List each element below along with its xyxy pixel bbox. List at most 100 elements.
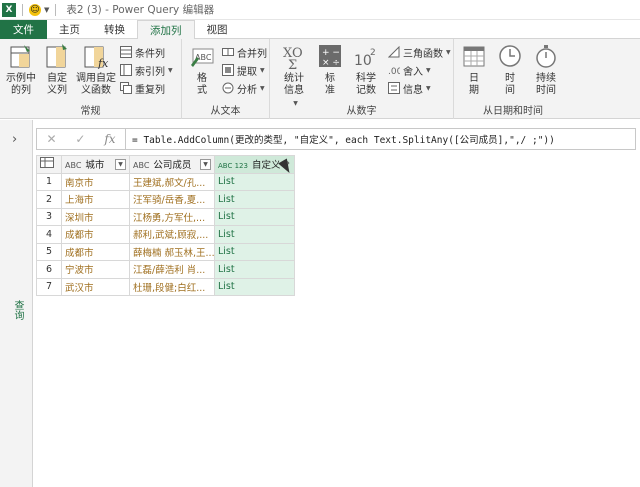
parse-button[interactable]: 分析 ▼ (222, 80, 265, 96)
row-number[interactable]: 2 (36, 190, 62, 209)
cell-custom-list[interactable]: List (213, 277, 296, 296)
svg-text:Σ: Σ (288, 58, 297, 69)
column-header-label: 城市 (85, 160, 105, 172)
quick-access-dropdown-icon[interactable]: ▼ (44, 6, 49, 14)
trigonometry-label: 三角函数 (403, 48, 443, 60)
queries-pane-label[interactable]: 查询 (10, 300, 25, 320)
grid-header-row: ABC 城市 ▼ ABC 公司成员 ▼ ABC 123 自定义 ⇔ (36, 155, 296, 174)
table-row[interactable]: 4 成都市 郝利,武斌;顾寂,... List (36, 225, 296, 244)
chevron-down-icon: ▼ (168, 66, 173, 74)
scientific-icon: 10 2 (353, 43, 379, 69)
merge-columns-button[interactable]: 合并列 (222, 44, 267, 60)
fx-icon[interactable]: fx (104, 132, 115, 146)
row-number[interactable]: 5 (36, 242, 62, 261)
extract-icon (222, 64, 234, 76)
cell-members[interactable]: 杜珊,段健;白红... (129, 277, 215, 296)
table-row[interactable]: 5 成都市 薛梅楠 郝玉林,王... List (36, 242, 296, 261)
format-label: 格 式 (197, 73, 207, 96)
ribbon-group-general-label: 常规 (80, 106, 101, 117)
cell-custom-list[interactable]: List (213, 225, 296, 244)
tab-add-column[interactable]: 添加列 (137, 20, 195, 40)
table-row[interactable]: 7 武汉市 杜珊,段健;白红... List (36, 277, 296, 296)
table-row[interactable]: 1 南京市 王建斌,郝文/孔... List (36, 172, 296, 191)
cell-city[interactable]: 成都市 (61, 225, 130, 244)
calendar-icon (461, 43, 487, 69)
sigma-icon: XO Σ (281, 43, 307, 73)
invoke-custom-function-button[interactable]: fx 调用自定 义函数 (76, 43, 116, 97)
scientific-button[interactable]: 10 2 科学 记数 (348, 43, 384, 97)
row-number[interactable]: 3 (36, 207, 62, 226)
cell-members[interactable]: 江杨勇,方军仕,... (129, 207, 215, 226)
formula-input[interactable]: = Table.AddColumn(更改的类型, "自定义", each Tex… (126, 128, 636, 150)
divider (55, 3, 57, 16)
extract-button[interactable]: 提取 ▼ (222, 62, 265, 78)
chevron-down-icon: ▼ (260, 84, 265, 92)
svg-text:2: 2 (370, 48, 376, 58)
cell-city[interactable]: 宁波市 (61, 260, 130, 279)
standard-button[interactable]: + − × ÷ 标 准 (312, 43, 348, 97)
format-button[interactable]: ABC 格 式 (184, 43, 220, 97)
chevron-down-icon: ▼ (446, 48, 451, 56)
cell-custom-list[interactable]: List (213, 242, 296, 261)
cell-members[interactable]: 江磊/薛浩利 肖... (129, 260, 215, 279)
tab-file[interactable]: 文件 (0, 20, 47, 39)
table-row[interactable]: 2 上海市 汪军骑/岳香,夏... List (36, 190, 296, 209)
date-button[interactable]: 日 期 (456, 43, 492, 97)
table-row[interactable]: 6 宁波市 江磊/薛浩利 肖... List (36, 260, 296, 279)
chevron-right-icon[interactable]: › (12, 132, 17, 147)
column-header-members[interactable]: ABC 公司成员 ▼ (129, 155, 215, 174)
column-from-examples-button[interactable]: 示例中 的列 (3, 43, 39, 97)
scientific-label: 科学 记数 (356, 73, 376, 96)
cancel-icon[interactable]: ✕ (46, 132, 56, 146)
index-column-button[interactable]: 索引列 ▼ (120, 62, 173, 78)
cell-city[interactable]: 深圳市 (61, 207, 130, 226)
filter-dropdown-icon[interactable]: ▼ (115, 158, 126, 170)
any-type-icon[interactable]: ABC 123 (218, 162, 248, 170)
duration-button[interactable]: 持续 时间 (528, 43, 564, 97)
merge-columns-icon (222, 46, 234, 58)
filter-dropdown-icon[interactable]: ▼ (200, 158, 211, 170)
statistics-button[interactable]: XO Σ 统计 信息 ▼ (276, 43, 312, 110)
information-icon (388, 82, 400, 94)
cell-members[interactable]: 汪军骑/岳香,夏... (129, 190, 215, 209)
table-menu-icon[interactable] (36, 155, 62, 174)
cell-custom-list[interactable]: List (213, 207, 296, 226)
cell-custom-list[interactable]: List (213, 190, 296, 209)
text-type-icon[interactable]: ABC (65, 161, 81, 170)
column-header-city[interactable]: ABC 城市 ▼ (61, 155, 130, 174)
trigonometry-button[interactable]: 三角函数 ▼ (387, 44, 451, 60)
ribbon-group-text-label: 从文本 (210, 106, 241, 117)
cell-members[interactable]: 薛梅楠 郝玉林,王... (129, 242, 215, 261)
duplicate-column-button[interactable]: 重复列 (120, 80, 165, 96)
cell-city[interactable]: 武汉市 (61, 277, 130, 296)
column-from-examples-icon (8, 43, 34, 69)
ribbon-group-number-label: 从数字 (346, 106, 377, 117)
row-number[interactable]: 1 (36, 172, 62, 191)
cell-custom-list[interactable]: List (213, 260, 296, 279)
row-number[interactable]: 7 (36, 277, 62, 296)
information-button[interactable]: 信息 ▼ (388, 80, 431, 96)
row-number[interactable]: 6 (36, 260, 62, 279)
cell-city[interactable]: 成都市 (61, 242, 130, 261)
excel-icon[interactable]: X (2, 2, 16, 17)
cell-members[interactable]: 王建斌,郝文/孔... (129, 172, 215, 191)
conditional-column-icon (120, 46, 132, 58)
cell-city[interactable]: 上海市 (61, 190, 130, 209)
time-button[interactable]: 时 间 (492, 43, 528, 97)
tab-transform[interactable]: 转换 (92, 20, 137, 39)
text-type-icon[interactable]: ABC (133, 161, 149, 170)
cell-city[interactable]: 南京市 (61, 172, 130, 191)
rounding-button[interactable]: .00 舍入 ▼ (388, 62, 431, 78)
table-row[interactable]: 3 深圳市 江杨勇,方军仕,... List (36, 207, 296, 226)
index-column-label: 索引列 (135, 66, 165, 78)
check-icon[interactable]: ✓ (75, 132, 85, 146)
custom-column-button[interactable]: 自定 义列 (39, 43, 75, 97)
cell-custom-list[interactable]: List (213, 172, 296, 191)
tab-home[interactable]: 主页 (47, 20, 92, 39)
smiley-icon[interactable]: ☺ (29, 3, 41, 16)
row-number[interactable]: 4 (36, 225, 62, 244)
column-header-label: 公司成员 (153, 160, 192, 172)
tab-view[interactable]: 视图 (195, 20, 240, 39)
cell-members[interactable]: 郝利,武斌;顾寂,... (129, 225, 215, 244)
conditional-column-button[interactable]: 条件列 (120, 44, 165, 60)
